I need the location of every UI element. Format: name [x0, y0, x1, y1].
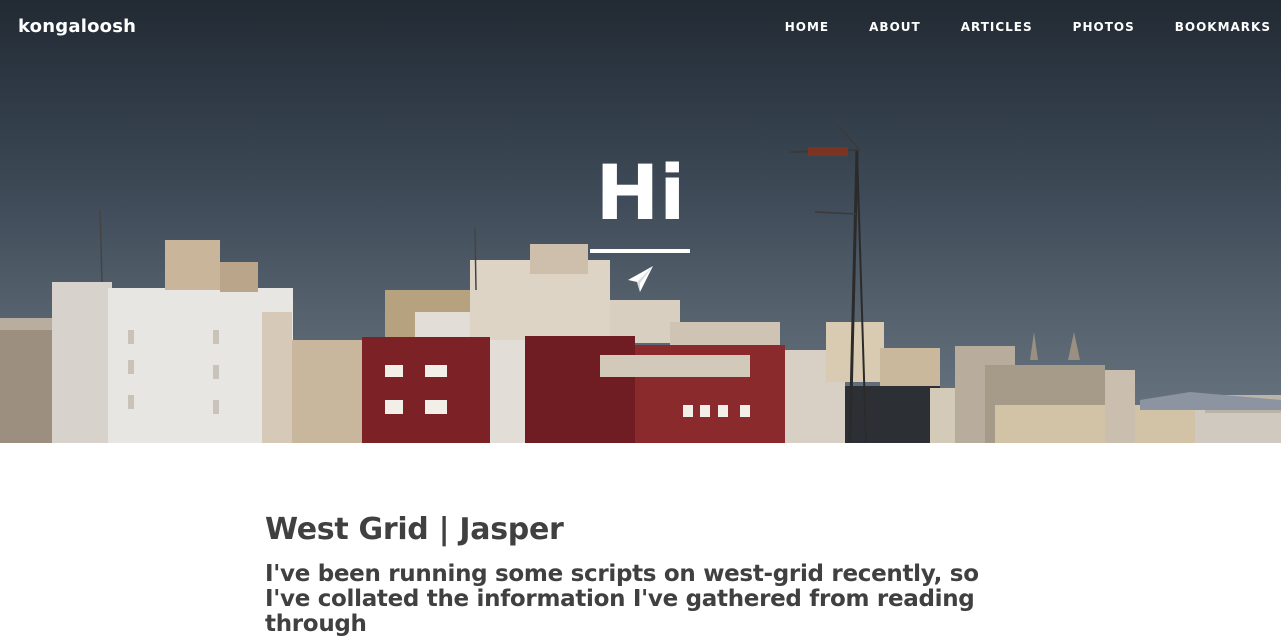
nav-item-home[interactable]: HOME [765, 18, 849, 36]
nav-item-articles[interactable]: ARTICLES [941, 18, 1053, 36]
hero-divider [590, 249, 690, 253]
brand-logo[interactable]: kongaloosh [18, 16, 136, 37]
nav-item-bookmarks[interactable]: BOOKMARKS [1155, 18, 1281, 36]
hero-title: Hi [595, 148, 686, 237]
post-content: West Grid | Jasper I've been running som… [265, 510, 1025, 637]
paper-plane-icon [628, 266, 653, 292]
main-nav: HOME ABOUT ARTICLES PHOTOS BOOKMARKS [765, 18, 1281, 36]
nav-item-about[interactable]: ABOUT [849, 18, 941, 36]
post-title[interactable]: West Grid | Jasper [265, 510, 1025, 550]
hero-banner: kongaloosh HOME ABOUT ARTICLES PHOTOS BO… [0, 0, 1281, 443]
nav-item-photos[interactable]: PHOTOS [1053, 18, 1155, 36]
post-subtitle: I've been running some scripts on west-g… [265, 561, 979, 637]
